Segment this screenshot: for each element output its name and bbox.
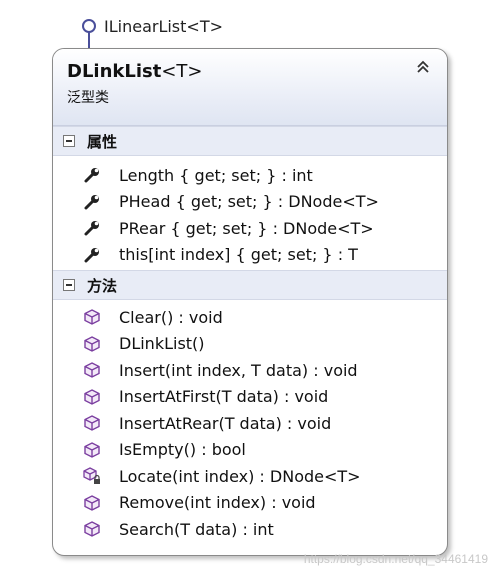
interface-circle-icon	[82, 19, 96, 33]
property-row[interactable]: this[int index] { get; set; } : T	[53, 242, 447, 269]
property-row[interactable]: Length { get; set; } : int	[53, 162, 447, 189]
interface-label: ILinearList<T>	[104, 16, 223, 36]
wrench-icon	[83, 219, 101, 237]
collapse-toggle-icon[interactable]	[63, 135, 75, 147]
method-label: Remove(int index) : void	[119, 493, 316, 513]
properties-section-title: 属性	[87, 132, 118, 151]
cube-icon	[83, 308, 101, 326]
class-kind: 泛型类	[67, 90, 109, 106]
method-row[interactable]: InsertAtFirst(T data) : void	[53, 384, 447, 411]
properties-section-header[interactable]: 属性	[53, 126, 447, 156]
property-label: PRear { get; set; } : DNode<T>	[119, 218, 374, 238]
methods-section-title: 方法	[87, 276, 118, 295]
wrench-icon	[83, 166, 101, 184]
method-label: Clear() : void	[119, 307, 223, 327]
method-label: IsEmpty() : bool	[119, 440, 246, 460]
method-label: Insert(int index, T data) : void	[119, 360, 358, 380]
class-name-text: DLinkList	[67, 61, 162, 82]
method-row[interactable]: DLinkList()	[53, 331, 447, 358]
collapse-toggle-icon[interactable]	[63, 279, 75, 291]
class-shape[interactable]: DLinkList<T> 泛型类 属性 Length { get; set; }…	[52, 48, 448, 556]
method-label: DLinkList()	[119, 334, 205, 354]
cube-icon	[83, 335, 101, 353]
cube-icon	[83, 388, 101, 406]
method-row[interactable]: Locate(int index) : DNode<T>	[53, 463, 447, 490]
property-label: Length { get; set; } : int	[119, 165, 313, 185]
cube-icon	[83, 441, 101, 459]
lock-cube-icon	[83, 467, 101, 485]
wrench-icon	[83, 246, 101, 264]
methods-section-header[interactable]: 方法	[53, 270, 447, 300]
method-label: InsertAtRear(T data) : void	[119, 413, 332, 433]
class-header: DLinkList<T> 泛型类	[53, 49, 447, 126]
method-row[interactable]: Clear() : void	[53, 304, 447, 331]
properties-list: Length { get; set; } : int PHead { get; s…	[53, 156, 447, 270]
class-type-param: <T>	[161, 61, 203, 82]
interface-lollipop: ILinearList<T>	[82, 12, 223, 40]
cube-icon	[83, 520, 101, 538]
property-label: this[int index] { get; set; } : T	[119, 245, 358, 265]
cube-icon	[83, 361, 101, 379]
method-row[interactable]: InsertAtRear(T data) : void	[53, 410, 447, 437]
class-name: DLinkList<T>	[67, 61, 203, 82]
method-row[interactable]: Search(T data) : int	[53, 516, 447, 543]
method-row[interactable]: Remove(int index) : void	[53, 490, 447, 517]
property-label: PHead { get; set; } : DNode<T>	[119, 192, 379, 212]
collapse-chevron-icon[interactable]	[415, 59, 431, 75]
wrench-icon	[83, 193, 101, 211]
method-row[interactable]: IsEmpty() : bool	[53, 437, 447, 464]
methods-list: Clear() : void DLinkList() Insert(int inde…	[53, 300, 447, 543]
method-row[interactable]: Insert(int index, T data) : void	[53, 357, 447, 384]
method-label: InsertAtFirst(T data) : void	[119, 387, 329, 407]
watermark: https://blog.csdn.net/qq_34461419	[303, 552, 488, 566]
cube-icon	[83, 494, 101, 512]
method-label: Locate(int index) : DNode<T>	[119, 466, 361, 486]
cube-icon	[83, 414, 101, 432]
property-row[interactable]: PRear { get; set; } : DNode<T>	[53, 215, 447, 242]
property-row[interactable]: PHead { get; set; } : DNode<T>	[53, 189, 447, 216]
method-label: Search(T data) : int	[119, 519, 274, 539]
